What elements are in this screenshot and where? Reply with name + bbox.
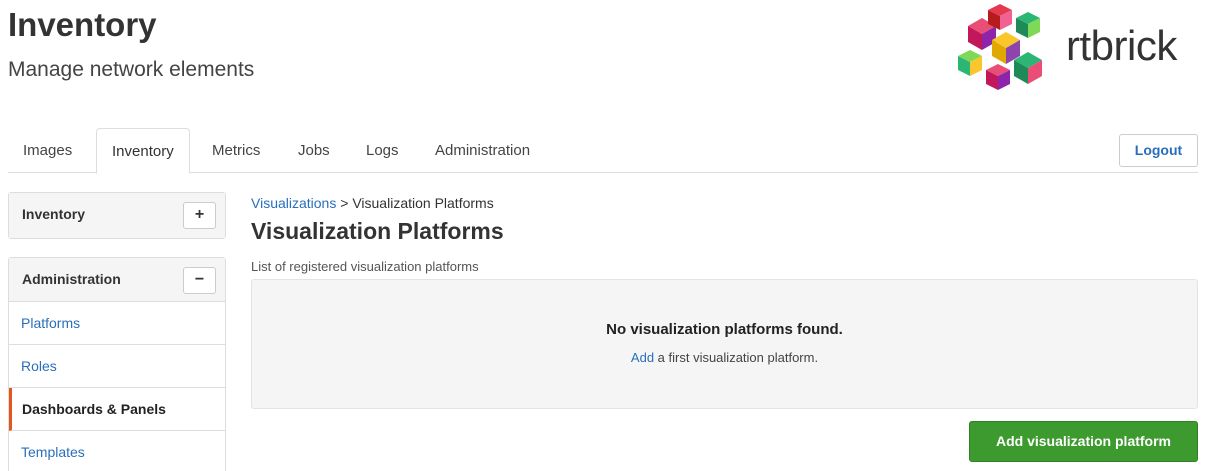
empty-state-title: No visualization platforms found. (606, 321, 843, 338)
empty-state-hint-text: a first visualization platform. (654, 350, 819, 365)
sidebar-item-platforms[interactable]: Platforms (9, 302, 225, 345)
empty-state-box: No visualization platforms found. Add a … (251, 279, 1198, 409)
panel-title: Inventory (22, 206, 86, 222)
breadcrumb-current: Visualization Platforms (352, 195, 494, 211)
expand-button[interactable]: + (183, 202, 216, 229)
logout-button[interactable]: Logout (1119, 134, 1198, 167)
collapse-button[interactable]: − (183, 267, 216, 294)
tab-jobs[interactable]: Jobs (283, 128, 345, 173)
add-visualization-platform-button[interactable]: Add visualization platform (969, 421, 1198, 462)
sidebar-item-roles[interactable]: Roles (9, 345, 225, 388)
tab-administration[interactable]: Administration (420, 128, 545, 173)
tab-logs[interactable]: Logs (351, 128, 414, 173)
panel-header: Administration − (9, 258, 225, 302)
sidebar-panel-administration: Administration − Platforms Roles Dashboa… (8, 257, 226, 471)
breadcrumb-link-visualizations[interactable]: Visualizations (251, 195, 336, 211)
logo-text: rtbrick (1066, 22, 1177, 69)
sidebar-item-dashboards-panels[interactable]: Dashboards & Panels (9, 388, 225, 431)
page-title: Visualization Platforms (251, 218, 504, 244)
tab-images[interactable]: Images (8, 128, 87, 173)
add-first-link[interactable]: Add (631, 350, 654, 365)
panel-title: Administration (22, 271, 121, 287)
empty-state-hint: Add a first visualization platform. (252, 350, 1197, 365)
breadcrumb: Visualizations > Visualization Platforms (251, 195, 494, 211)
breadcrumb-separator: > (336, 195, 353, 211)
tab-inventory[interactable]: Inventory (96, 128, 190, 174)
page-description: List of registered visualization platfor… (251, 259, 479, 274)
app-subtitle: Manage network elements (8, 58, 255, 81)
tab-metrics[interactable]: Metrics (197, 128, 275, 173)
sidebar-panel-inventory: Inventory + (8, 192, 226, 239)
panel-header: Inventory + (9, 193, 225, 238)
app-title: Inventory (8, 6, 157, 43)
main-nav-tabs: Images Inventory Metrics Jobs Logs Admin… (8, 128, 1198, 174)
sidebar-item-templates[interactable]: Templates (9, 431, 225, 471)
